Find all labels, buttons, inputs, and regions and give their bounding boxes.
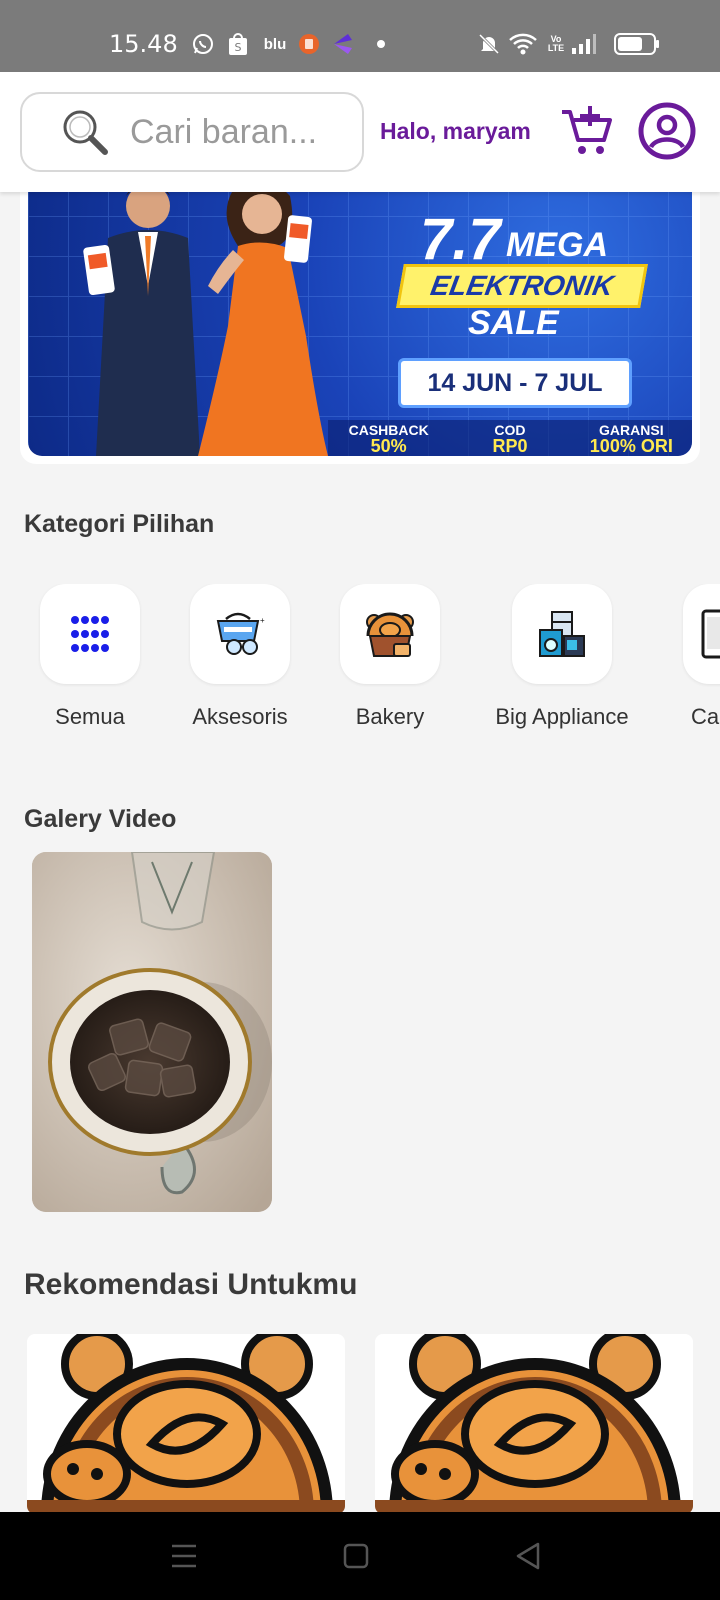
categories-list: Semua + Aksesoris Bakery Big Appliance C… [0,584,720,744]
category-aksesoris[interactable]: + Aksesoris [155,584,325,730]
volte-icon: Vo LTE [547,34,565,53]
category-label: Big Appliance [495,704,629,729]
search-bar[interactable] [20,92,364,172]
app-orange-icon [297,32,321,56]
search-input[interactable] [130,112,340,152]
category-label: Bakery [355,704,425,729]
promo-cod: COD RP0 [492,422,528,456]
banner-elektronik: ELEKTRONIK [396,264,648,308]
signal-icon [570,32,598,56]
dot-icon [376,32,386,56]
svg-text:+: + [260,616,265,625]
category-ca[interactable]: Ca [635,584,720,730]
video-coffee-image [32,852,272,1212]
category-label: Aksesoris [192,704,288,729]
battery-icon [614,32,660,56]
category-tile[interactable] [40,584,140,684]
category-semua[interactable]: Semua [5,584,175,730]
accessories-icon: + [216,612,265,655]
category-label: Semua [55,704,125,729]
shopee-icon: S [226,32,250,56]
promo-cashback: CASHBACK 50% [348,422,429,456]
svg-text:S: S [235,41,242,54]
categories-title: Kategori Pilihan [24,510,215,538]
product-card[interactable] [27,1334,345,1514]
greeting-text: Halo, maryam [380,118,531,144]
banner-big-number: 7.7 [420,207,501,272]
phone-icon [701,609,720,659]
category-tile[interactable] [512,584,612,684]
app-purple-icon [330,32,356,56]
blu-icon: blu [263,35,287,53]
back-triangle-icon[interactable] [508,1536,548,1576]
status-time: 15.48 [109,30,178,58]
user-circle-icon[interactable] [638,102,696,160]
system-navbar [0,1512,720,1600]
category-tile[interactable] [683,584,720,684]
recommendations-grid [0,1334,720,1514]
cart-plus-icon[interactable] [560,104,614,158]
banner-model-woman [198,179,328,456]
home-square-icon[interactable] [336,1536,376,1576]
gallery-title: Galery Video [24,805,177,833]
product-bread-image [27,1334,345,1514]
recommendations-title: Rekomendasi Untukmu [24,1268,358,1301]
product-bread-image [375,1334,693,1514]
whatsapp-icon [190,32,216,56]
promo-banner[interactable]: 7.7 MEGA ELEKTRONIK SALE 14 JUN - 7 JUL … [28,176,692,456]
category-tile[interactable]: + [190,584,290,684]
banner-dates: 14 JUN - 7 JUL [398,358,632,408]
mute-icon [476,32,502,56]
promo-garansi: GARANSI 100% ORI [589,422,673,456]
promo-banner-card[interactable]: 7.7 MEGA ELEKTRONIK SALE 14 JUN - 7 JUL … [20,168,700,464]
category-tile[interactable] [340,584,440,684]
menu-icon[interactable] [164,1536,204,1576]
video-thumbnail[interactable] [32,852,272,1212]
status-bar: 15.48 S blu Vo LTE [0,0,720,72]
appliance-icon [539,611,585,657]
bread-basket-icon [366,612,414,657]
banner-mega: MEGA [506,226,608,264]
banner-sale: SALE [468,304,559,342]
wifi-icon [508,32,538,56]
category-label: Ca [691,704,720,729]
product-card[interactable] [375,1334,693,1514]
app-header: Halo, maryam [0,72,720,192]
category-big-appliance[interactable]: Big Appliance [477,584,647,730]
search-icon [63,110,108,155]
banner-promo-strip: CASHBACK 50% COD RP0 GARANSI 100% ORI [328,420,692,456]
grid-dots-icon [71,616,109,652]
category-bakery[interactable]: Bakery [305,584,475,730]
